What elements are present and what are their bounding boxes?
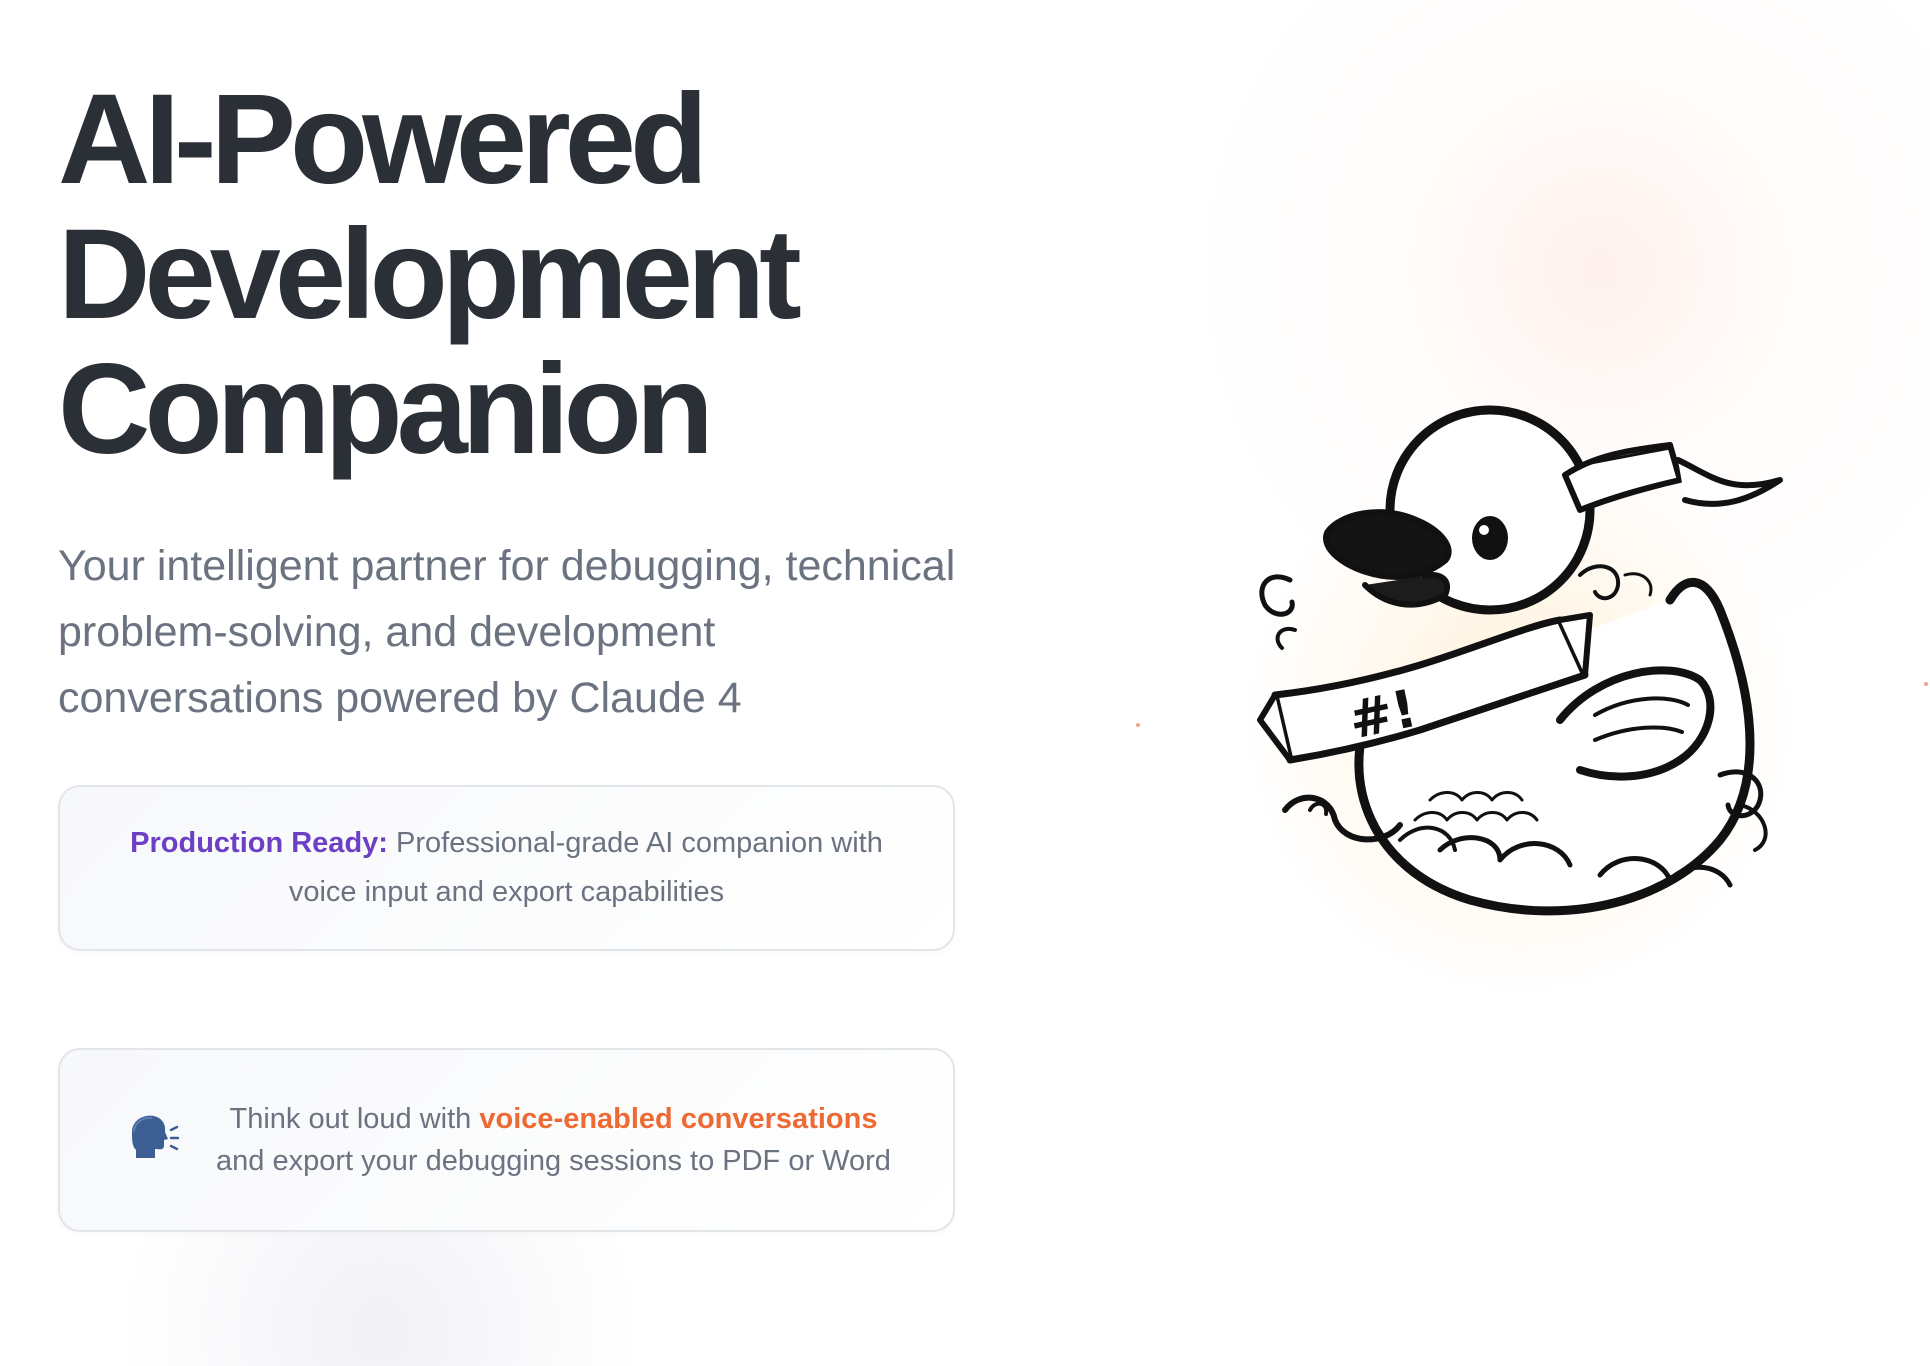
duck-illustration: #! xyxy=(1136,380,1840,1020)
production-ready-label: Production Ready: xyxy=(130,827,388,859)
voice-feature-line-1: Think out loud with voice-enabled conver… xyxy=(210,1098,897,1140)
hero-title: AI-Powered Development Companion xyxy=(58,72,958,477)
production-ready-card: Production Ready: Professional-grade AI … xyxy=(58,785,955,951)
voice-feature-intro: Think out loud with xyxy=(229,1103,480,1135)
decorative-dot xyxy=(1136,723,1140,727)
voice-feature-card: Think out loud with voice-enabled conver… xyxy=(58,1048,955,1232)
hero-subtitle: Your intelligent partner for debugging, … xyxy=(58,542,956,722)
hero-title-line-2: Development xyxy=(58,203,802,346)
landing-page: AI-Powered Development Companion Your in… xyxy=(0,0,1930,1366)
decorative-dot-edge xyxy=(1924,682,1928,686)
production-ready-text: Production Ready: Professional-grade AI … xyxy=(120,819,893,917)
hero-section: AI-Powered Development Companion Your in… xyxy=(58,72,958,731)
rubber-duck-logo: #! xyxy=(1257,405,1783,916)
voice-feature-highlight: voice-enabled conversations xyxy=(479,1103,878,1135)
hero-title-line-3: Companion xyxy=(58,338,714,481)
speaking-head-icon xyxy=(132,1115,180,1158)
voice-feature-line-2: and export your debugging sessions to PD… xyxy=(216,1145,891,1177)
voice-feature-text: Think out loud with voice-enabled conver… xyxy=(210,1098,953,1182)
hero-title-line-1: AI-Powered xyxy=(58,68,708,211)
